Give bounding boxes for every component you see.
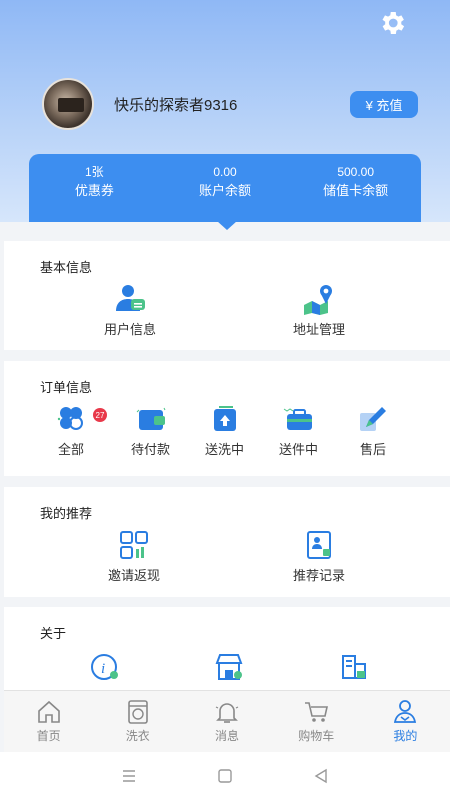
system-nav-bar [0, 752, 450, 800]
bell-icon [215, 703, 239, 723]
item-label: 地址管理 [293, 322, 346, 337]
store-icon [215, 654, 243, 680]
svg-text:i: i [101, 661, 105, 677]
about-us-item[interactable]: i [88, 651, 122, 683]
account-stats: 1张 优惠券 0.00 账户余额 500.00 储值卡余额 [29, 154, 421, 230]
user-icon [394, 700, 417, 723]
tab-label: 首页 [36, 729, 61, 743]
stat-coupons[interactable]: 1张 优惠券 [29, 154, 160, 222]
menu-icon[interactable] [120, 767, 138, 785]
section-title: 关于 [40, 626, 67, 641]
tab-home[interactable]: 首页 [4, 691, 93, 752]
profile-header: 快乐的探索者9316 ¥ 充值 1张 优惠券 0.00 账户余额 500.00 … [0, 0, 450, 230]
item-label: 送件中 [279, 442, 319, 457]
invite-cashback-item[interactable]: 邀请返现 [108, 529, 160, 584]
wallet-icon [136, 407, 165, 430]
order-count-badge: 27 [93, 408, 107, 422]
order-delivering-item[interactable]: 送件中 [279, 403, 318, 458]
about-section: 关于 i [4, 607, 450, 690]
qr-grid-icon [120, 531, 148, 559]
pencil-icon [360, 407, 386, 431]
item-label: 推荐记录 [293, 568, 346, 583]
building-icon [342, 655, 366, 679]
washer-icon [127, 700, 148, 724]
item-label: 售后 [359, 442, 386, 457]
tab-cart[interactable]: 购物车 [272, 691, 361, 752]
tab-label: 消息 [215, 729, 240, 743]
stat-value: 0.00 [213, 165, 237, 179]
user-info-item[interactable]: 用户信息 [104, 283, 156, 338]
section-title: 我的推荐 [40, 506, 93, 521]
map-pin-icon [304, 285, 332, 315]
upload-box-icon [213, 406, 236, 431]
order-all-item[interactable]: 全部 [54, 403, 88, 458]
order-unpaid-item[interactable]: 待付款 [131, 403, 170, 458]
section-title: 基本信息 [40, 260, 93, 275]
clover-icon [57, 407, 83, 430]
stat-label: 储值卡余额 [323, 183, 389, 198]
tab-label: 我的 [393, 729, 418, 743]
username: 快乐的探索者9316 [114, 97, 238, 114]
stat-label: 账户余额 [199, 183, 252, 198]
tab-label: 洗衣 [125, 729, 150, 743]
user-card-icon [116, 285, 145, 311]
store-item[interactable] [212, 651, 246, 683]
stat-balance[interactable]: 0.00 账户余额 [160, 154, 291, 222]
tab-label: 购物车 [298, 729, 335, 743]
stat-label: 优惠券 [74, 183, 114, 198]
order-washing-item[interactable]: 送洗中 [205, 403, 244, 458]
recharge-button[interactable]: ¥ 充值 [350, 91, 418, 118]
item-label: 送洗中 [205, 442, 245, 457]
item-label: 全部 [57, 442, 84, 457]
home-square-icon[interactable] [216, 767, 234, 785]
recommend-records-item[interactable]: 推荐记录 [293, 529, 345, 584]
recommend-section: 我的推荐 邀请返现 推荐记录 [4, 487, 450, 597]
briefcase-icon [283, 408, 312, 430]
gear-icon[interactable] [377, 8, 407, 38]
item-label: 邀请返现 [108, 568, 161, 583]
section-title: 订单信息 [40, 380, 93, 395]
stat-value: 1张 [84, 165, 104, 179]
basic-info-section: 基本信息 用户信息 地址管理 [4, 241, 450, 350]
stat-value: 500.00 [337, 165, 375, 179]
avatar[interactable] [42, 78, 94, 130]
order-section: 订单信息 全部 待付款 送洗中 送件中 售后 [4, 361, 450, 476]
home-icon [37, 700, 60, 723]
tab-wash[interactable]: 洗衣 [93, 691, 182, 752]
bottom-tab-bar: 首页 洗衣 消息 购物车 我的 [4, 690, 450, 752]
address-item[interactable]: 地址管理 [293, 283, 345, 338]
info-icon: i [91, 654, 118, 680]
contact-card-icon [307, 531, 331, 559]
tab-mine[interactable]: 我的 [361, 691, 450, 752]
stat-card-balance[interactable]: 500.00 储值卡余额 [290, 154, 421, 222]
back-triangle-icon[interactable] [312, 767, 330, 785]
city-item[interactable] [337, 651, 371, 683]
item-label: 用户信息 [104, 322, 157, 337]
tab-messages[interactable]: 消息 [182, 691, 271, 752]
order-aftersale-item[interactable]: 售后 [356, 403, 390, 458]
cart-icon [305, 702, 329, 722]
item-label: 待付款 [131, 442, 171, 457]
